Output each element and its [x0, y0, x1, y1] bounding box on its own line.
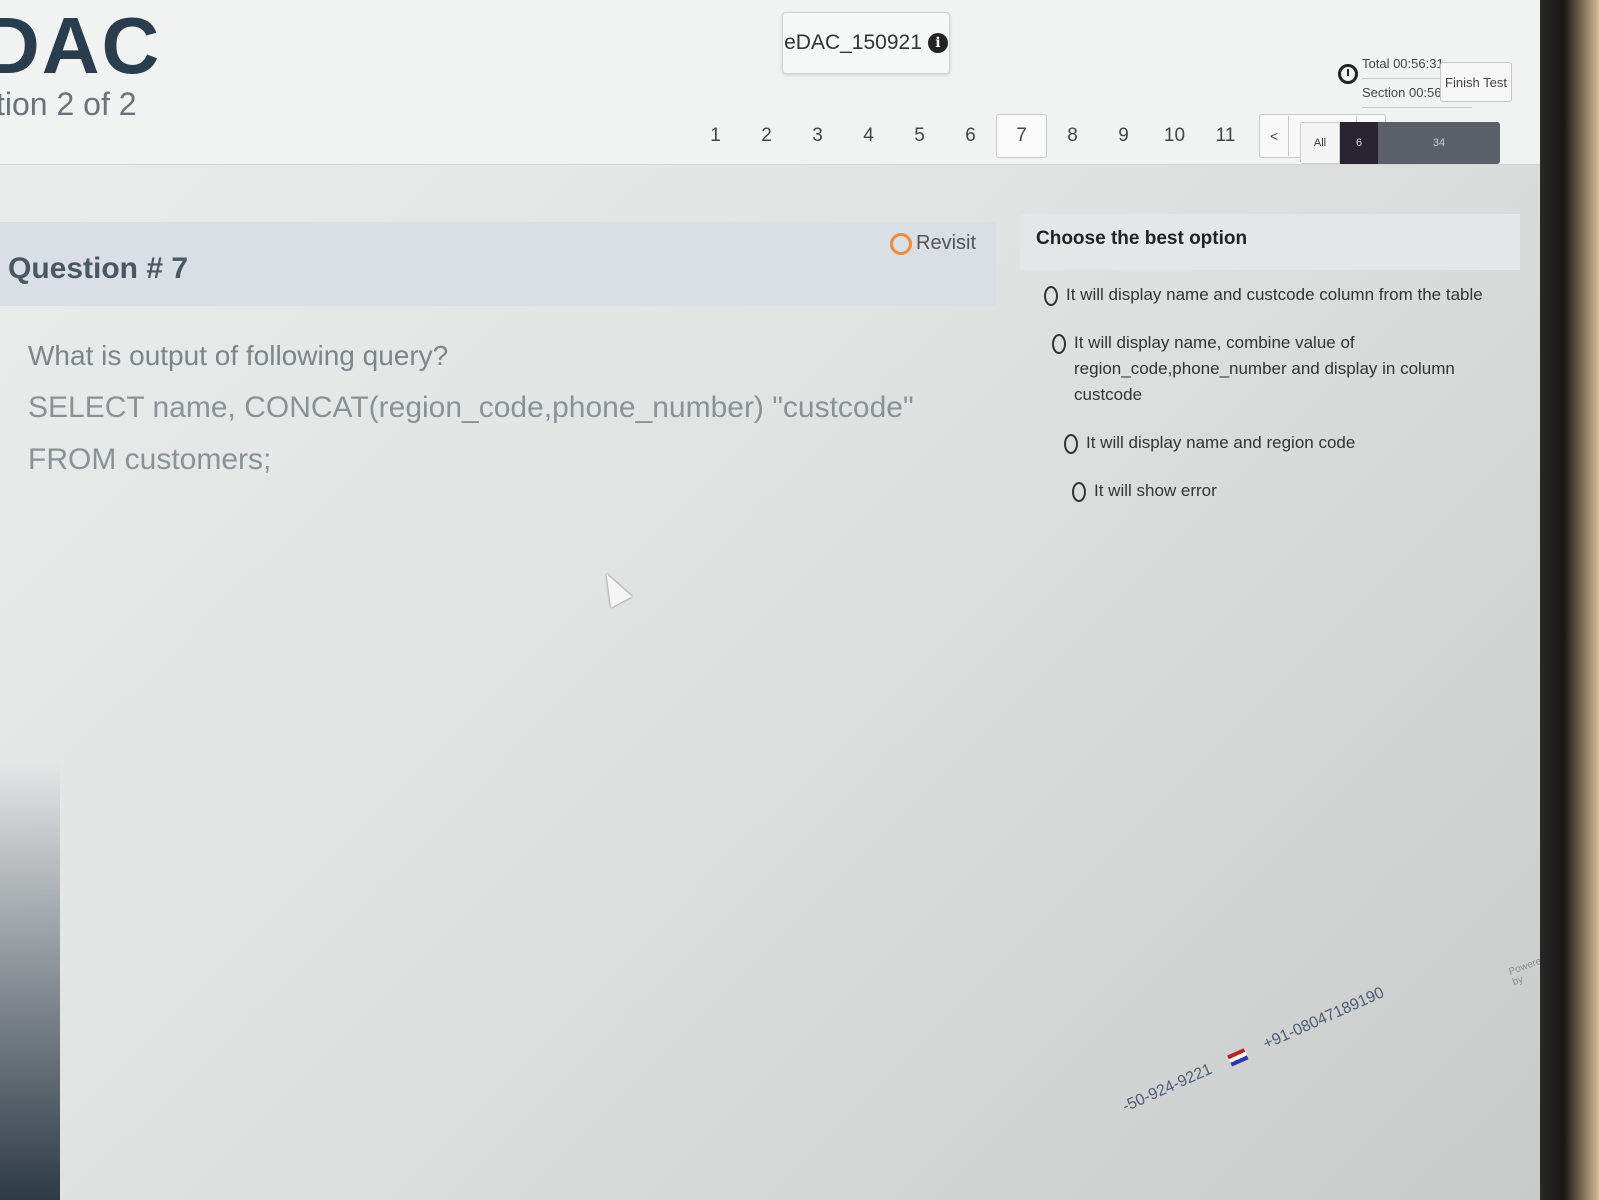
question-title: Question # 7 [8, 252, 189, 285]
mouse-cursor-icon [595, 568, 633, 608]
page-10[interactable]: 10 [1149, 114, 1200, 158]
info-icon[interactable]: i [927, 33, 948, 53]
question-prompt: What is output of following query? [28, 340, 449, 371]
us-flag-icon [1227, 1048, 1249, 1067]
revisit-icon [890, 232, 912, 255]
page-4[interactable]: 4 [843, 114, 894, 158]
phone-us: -50-924-9221 [1120, 1060, 1215, 1116]
page-2[interactable]: 2 [741, 114, 792, 158]
question-code: SELECT name, CONCAT(region_code,phone_nu… [28, 391, 914, 476]
option-1[interactable]: It will display name and custcode column… [1044, 282, 1514, 308]
monitor-bezel-right [1540, 0, 1599, 1200]
page-1[interactable]: 1 [690, 114, 741, 158]
header: DAC tion 2 of 2 eDAC_150921 i Total 00:5… [0, 0, 1540, 165]
radio-button[interactable] [1044, 286, 1058, 306]
page-9[interactable]: 9 [1098, 114, 1149, 158]
option-2[interactable]: It will display name, combine value of r… [1052, 330, 1514, 408]
filter-all[interactable]: All [1300, 122, 1340, 164]
page-8[interactable]: 8 [1047, 114, 1098, 158]
option-text: It will show error [1094, 481, 1217, 500]
option-4[interactable]: It will show error [1072, 478, 1514, 504]
prev-page-button[interactable]: < [1260, 128, 1288, 144]
radio-button[interactable] [1072, 482, 1086, 502]
question-filter: All 6 34 [1300, 122, 1500, 164]
revisit-label: Revisit [916, 232, 977, 254]
section-label: tion 2 of 2 [0, 86, 137, 122]
page-11[interactable]: 11 [1200, 114, 1251, 158]
option-text: It will display name and custcode column… [1066, 285, 1483, 304]
page-5[interactable]: 5 [894, 114, 945, 158]
app-logo: DAC [0, 1, 162, 90]
option-3[interactable]: It will display name and region code [1064, 430, 1514, 456]
revisit-button[interactable]: Revisit [890, 232, 976, 255]
page-6[interactable]: 6 [945, 114, 996, 158]
option-text: It will display name and region code [1086, 433, 1356, 452]
page-3[interactable]: 3 [792, 114, 843, 158]
batch-code: eDAC_150921 [784, 31, 922, 54]
options-heading: Choose the best option [1020, 214, 1520, 270]
footer-contacts: -50-924-9221 +91-08047189190 [1120, 984, 1387, 1116]
filter-unanswered[interactable]: 34 [1378, 122, 1500, 164]
batch-chip: eDAC_150921 i [782, 12, 950, 74]
finish-test-button[interactable]: Finish Test [1440, 62, 1512, 102]
clock-icon [1338, 64, 1358, 84]
options-list: It will display name and custcode column… [1044, 282, 1514, 526]
monitor-bezel-left [0, 760, 60, 1200]
question-pagination: 1 2 3 4 5 6 7 8 9 10 11 < 7 of 40 > [690, 112, 1387, 160]
powered-by: Powered by [1507, 953, 1540, 989]
radio-button[interactable] [1052, 334, 1066, 354]
phone-in: +91-08047189190 [1260, 984, 1387, 1053]
page-7[interactable]: 7 [996, 114, 1047, 158]
filter-answered[interactable]: 6 [1340, 122, 1378, 164]
option-text: It will display name, combine value of r… [1074, 333, 1455, 404]
radio-button[interactable] [1064, 434, 1078, 454]
exam-screen: DAC tion 2 of 2 eDAC_150921 i Total 00:5… [0, 0, 1540, 1200]
question-body: What is output of following query? SELEC… [28, 330, 988, 486]
